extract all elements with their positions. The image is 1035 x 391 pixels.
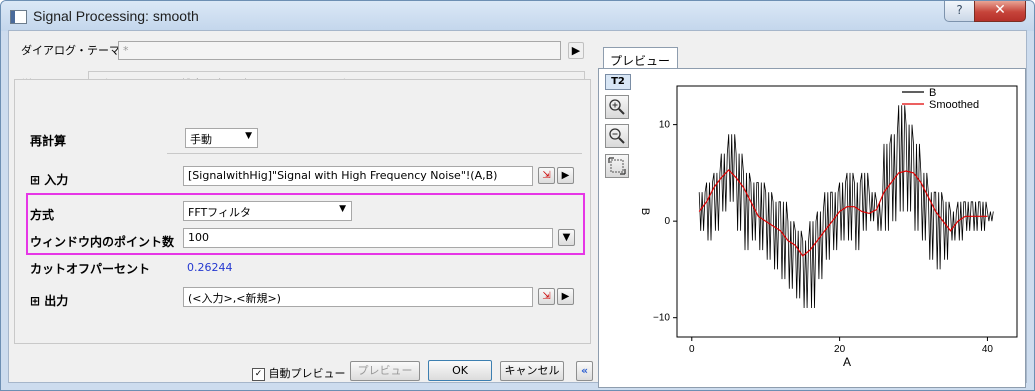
checkbox-checked-icon: ✓ [252,367,265,381]
recalc-value: 手動 [190,133,212,146]
expand-icon[interactable]: ⊞ [30,173,40,187]
zoom-in-button[interactable] [605,95,629,119]
dropdown-arrow-icon: ▼ [339,204,346,214]
preview-chart: 0 20 40−10010ABBSmoothed [639,85,1018,369]
zoom-out-icon [609,128,625,144]
close-button[interactable]: ✕ [974,1,1026,22]
input-range-field[interactable]: [SignalwithHig]"Signal with High Frequen… [183,166,533,186]
x-axis-label: A [843,355,851,369]
points-input[interactable]: 100 [183,228,553,248]
recalc-select[interactable]: 手動 ▼ [185,128,258,148]
method-value: FFTフィルタ [188,206,251,219]
help-button[interactable]: ? [944,1,975,22]
legend-label: B [929,87,936,99]
zoom-extents-button[interactable] [605,154,629,178]
theme-input[interactable]: * [118,41,561,60]
range-select-icon: ⇲ [542,170,551,181]
zoom-extents-icon [608,157,626,175]
play-icon: ▶ [561,170,570,181]
title-bar[interactable]: Signal Processing: smooth ? ✕ [1,1,1034,31]
y-axis-label: B [639,208,651,215]
x-tick-label: 0 [689,344,695,355]
auto-preview-checkbox[interactable]: ✓ 自動プレビュー [252,365,346,381]
play-icon: ▶ [561,291,570,302]
method-select[interactable]: FFTフィルタ ▼ [183,201,352,221]
zoom-out-button[interactable] [605,124,629,148]
cancel-button[interactable]: キャンセル [500,361,564,381]
input-menu-button[interactable]: ▶ [557,167,574,184]
input-label: ⊞ 入力 [30,173,69,187]
output-field[interactable]: (<入力>,<新規>) [183,287,533,307]
ok-button[interactable]: OK [428,360,492,381]
play-icon: ▶ [571,44,581,57]
x-tick-label: 40 [982,344,994,355]
method-label: 方式 [30,208,55,222]
x-tick-label: 20 [834,344,846,355]
output-label: ⊞ 出力 [30,294,69,308]
output-select-button[interactable]: ⇲ [538,288,555,305]
preview-button[interactable]: プレビュー [350,361,420,381]
cutoff-value: 0.26244 [187,261,233,274]
window-title: Signal Processing: smooth [33,8,199,24]
y-tick-label: −10 [653,313,670,324]
collapse-button[interactable]: « [576,361,593,381]
points-label: ウィンドウ内のポイント数 [30,235,175,249]
y-tick-label: 0 [664,216,670,227]
divider-line [167,153,582,154]
y-tick-label: 10 [659,120,671,131]
points-dropdown-button[interactable]: ▼ [558,229,575,246]
zoom-in-icon [609,99,625,115]
cutoff-label: カットオフパーセント [30,262,151,276]
tab-preview[interactable]: プレビュー [603,47,678,69]
dropdown-arrow-icon: ▼ [245,131,252,141]
app-icon [10,10,27,24]
output-menu-button[interactable]: ▶ [557,288,574,305]
input-select-button[interactable]: ⇲ [538,167,555,184]
legend-label: Smoothed [929,99,979,111]
dropdown-icon: ▼ [562,232,571,243]
recalc-label: 再計算 [30,134,67,148]
expand-icon[interactable]: ⊞ [30,294,40,308]
toolbar-label: T2 [605,74,631,90]
range-select-icon: ⇲ [542,291,551,302]
theme-menu-button[interactable]: ▶ [568,42,584,59]
